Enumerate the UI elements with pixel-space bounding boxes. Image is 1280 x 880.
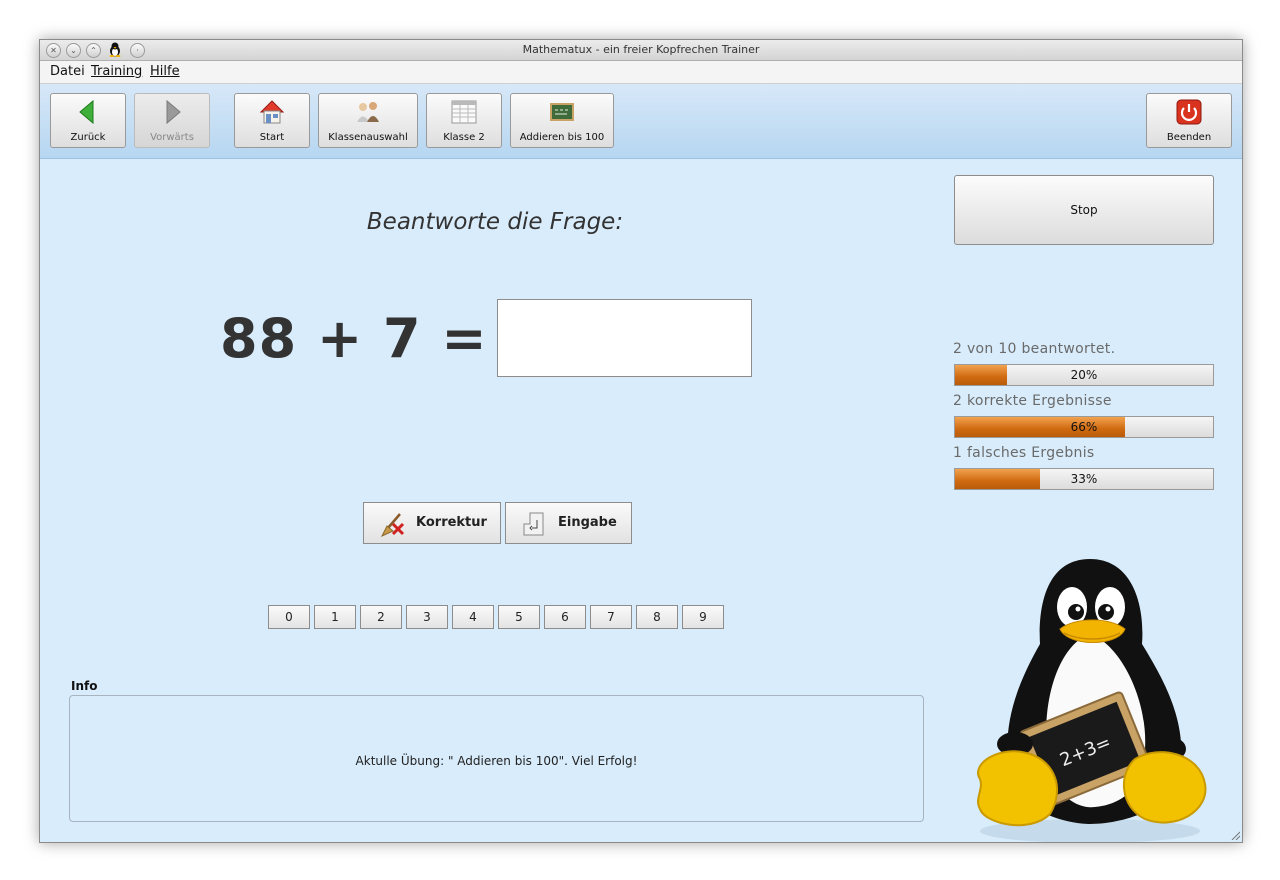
correct-label: 2 korrekte Ergebnisse bbox=[953, 393, 1112, 409]
wrong-progress-text: 33% bbox=[1070, 472, 1098, 486]
window-title: Mathematux - ein freier Kopfrechen Train… bbox=[522, 43, 760, 56]
answered-label: 2 von 10 beantwortet. bbox=[953, 341, 1116, 357]
main-content: Beantworte die Frage: 88 + 7 = Korrektur… bbox=[40, 159, 1242, 842]
question-heading: Beantworte die Frage: bbox=[366, 209, 624, 235]
tux-mascot-illustration: 2+3= bbox=[977, 559, 1207, 842]
info-text: Aktulle Übung: " Addieren bis 100". Viel… bbox=[355, 754, 638, 768]
resize-grip-icon[interactable] bbox=[1230, 830, 1240, 840]
correct-progress-bar: 66% bbox=[954, 416, 1214, 438]
chalkboard-icon bbox=[550, 103, 574, 121]
menu-hilfe[interactable]: Hilfe bbox=[150, 64, 180, 79]
forward-button-label: Vorwärts bbox=[150, 132, 194, 143]
power-icon bbox=[1176, 99, 1202, 125]
forward-arrow-icon bbox=[166, 99, 181, 125]
menu-hilfe-label: Hilfe bbox=[150, 64, 180, 79]
equation-text: 88 + 7 = bbox=[220, 307, 488, 370]
correction-button-label: Korrektur bbox=[416, 515, 487, 530]
back-button-label: Zurück bbox=[70, 132, 106, 143]
correct-progress-text: 66% bbox=[1070, 420, 1098, 434]
menu-training-label: Training bbox=[91, 64, 143, 79]
answered-progress-bar: 20% bbox=[954, 364, 1214, 386]
back-arrow-icon bbox=[79, 99, 94, 125]
back-button[interactable]: Zurück bbox=[50, 93, 126, 148]
answer-input[interactable] bbox=[497, 299, 752, 377]
start-button[interactable]: Start bbox=[234, 93, 310, 148]
exercise-button-label: Addieren bis 100 bbox=[519, 132, 605, 143]
enter-button[interactable]: Eingabe bbox=[505, 502, 632, 544]
digit-button-4[interactable]: 4 bbox=[452, 605, 494, 629]
toolbar: Zurück Vorwärts Start Klassenauswahl Kla… bbox=[40, 84, 1242, 159]
digit-button-9[interactable]: 9 bbox=[682, 605, 724, 629]
digit-button-6[interactable]: 6 bbox=[544, 605, 586, 629]
enter-button-label: Eingabe bbox=[558, 515, 617, 530]
wrong-label: 1 falsches Ergebnis bbox=[953, 445, 1095, 461]
quit-button-label: Beenden bbox=[1166, 132, 1212, 143]
home-icon bbox=[259, 100, 285, 124]
digit-button-1[interactable]: 1 bbox=[314, 605, 356, 629]
digit-button-3[interactable]: 3 bbox=[406, 605, 448, 629]
title-bar: ✕ ⌄ ⌃ · Mathematux - ein freier Kopfrech… bbox=[40, 40, 1242, 61]
digit-button-0[interactable]: 0 bbox=[268, 605, 310, 629]
digit-button-8[interactable]: 8 bbox=[636, 605, 678, 629]
menu-datei[interactable]: Datei bbox=[50, 64, 85, 79]
users-icon bbox=[357, 102, 379, 122]
stop-button[interactable]: Stop bbox=[954, 175, 1214, 245]
enter-key-icon bbox=[523, 512, 544, 536]
broom-icon bbox=[380, 513, 405, 538]
digit-button-5[interactable]: 5 bbox=[498, 605, 540, 629]
digit-button-7[interactable]: 7 bbox=[590, 605, 632, 629]
quit-button[interactable]: Beenden bbox=[1146, 93, 1232, 148]
digit-button-2[interactable]: 2 bbox=[360, 605, 402, 629]
menu-training[interactable]: Training bbox=[91, 64, 142, 79]
menu-bar: Datei Training Hilfe bbox=[40, 61, 1242, 84]
class-button-label: Klasse 2 bbox=[443, 132, 485, 143]
exercise-button[interactable]: Addieren bis 100 bbox=[510, 93, 614, 148]
table-icon bbox=[451, 100, 477, 124]
info-label: Info bbox=[71, 679, 98, 693]
class-select-button[interactable]: Klassenauswahl bbox=[318, 93, 418, 148]
forward-button[interactable]: Vorwärts bbox=[134, 93, 210, 148]
wrong-progress-bar: 33% bbox=[954, 468, 1214, 490]
info-box: Aktulle Übung: " Addieren bis 100". Viel… bbox=[69, 695, 924, 822]
correction-button[interactable]: Korrektur bbox=[363, 502, 501, 544]
class-button[interactable]: Klasse 2 bbox=[426, 93, 502, 148]
app-window: ✕ ⌄ ⌃ · Mathematux - ein freier Kopfrech… bbox=[39, 39, 1243, 843]
answered-progress-text: 20% bbox=[1070, 368, 1098, 382]
start-button-label: Start bbox=[259, 132, 285, 143]
class-select-button-label: Klassenauswahl bbox=[328, 132, 408, 143]
